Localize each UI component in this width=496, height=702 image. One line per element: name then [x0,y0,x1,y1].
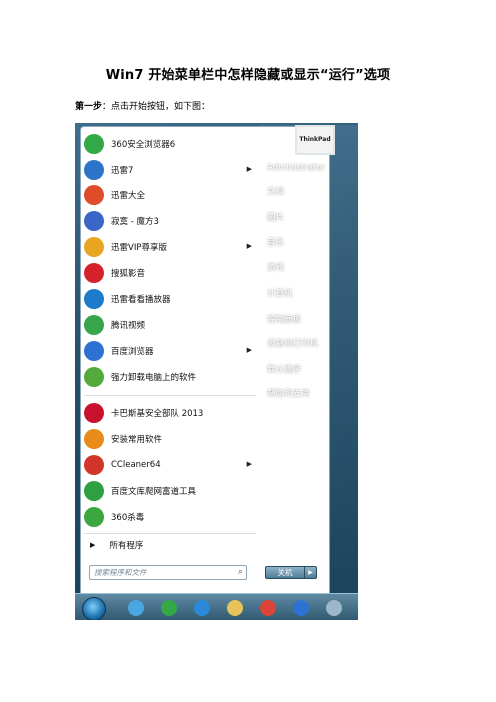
program-label: CCleaner64 [111,460,161,470]
program-label: 迅雷7 [111,166,134,176]
internet-explorer-icon [194,599,210,616]
kaspersky-icon [84,403,104,423]
all-programs-label: 所有程序 [109,541,144,551]
right-pane-item[interactable]: 帮助和支持 [267,387,355,401]
windows-start-orb-icon[interactable] [82,597,106,620]
baidu-browser-icon [84,341,104,361]
chrome-icon [260,599,276,616]
uninstall-icon [84,367,104,387]
program-item[interactable]: 腾讯视频 [84,312,254,338]
program-label: 安装常用软件 [111,435,163,445]
taskbar-button[interactable] [255,596,281,619]
program-label: 卡巴斯基安全部队 2013 [111,409,204,419]
user-picture[interactable]: ThinkPad [295,125,335,155]
right-pane-item[interactable]: Administrator [267,163,355,177]
program-label: 百度浏览器 [111,347,154,357]
separator-divider [84,395,256,396]
submenu-arrow-icon[interactable]: ▶ [247,460,252,468]
windows-flag-icon [84,429,104,449]
program-item[interactable]: 迅雷7 ▶ [84,157,254,183]
start-menu-screenshot: 360安全浏览器6 迅雷7 ▶ 迅雷大全 寂寞 - 魔方3 迅雷VIP尊享版 ▶ 搜狐影音 迅雷… [75,123,358,620]
program-label: 百度文库爬网富道工具 [111,487,197,497]
xunlei-vip-icon [84,237,104,257]
taskbar-button[interactable] [189,596,215,619]
submenu-arrow-icon[interactable]: ▶ [247,346,252,354]
step-text: ：点击开始按钮，如下图： [102,102,211,112]
right-pane-item[interactable]: 图片 [267,211,355,225]
program-label: 迅雷大全 [111,191,146,201]
xunlei-kankan-icon [84,289,104,309]
taskbar-button[interactable] [288,596,314,619]
mofang-icon [84,211,104,231]
right-pane-item[interactable]: 计算机 [267,287,355,301]
baidu-wenku-icon [84,481,104,501]
right-pane-item[interactable]: 默认程序 [267,363,355,377]
separator-divider [84,533,256,534]
taskbar-button[interactable] [156,596,182,619]
right-pane-item[interactable]: 游戏 [267,261,355,275]
sohu-video-icon [84,263,104,283]
program-item[interactable]: 百度文库爬网富道工具 [84,478,254,504]
right-pane-item[interactable]: 控制面板 [267,313,355,327]
right-pane-item[interactable]: 文档 [267,185,355,199]
shutdown-button[interactable]: 关机 [265,566,305,579]
program-label: 迅雷VIP尊享版 [111,243,167,253]
program-label: 寂寞 - 魔方3 [111,217,159,227]
search-placeholder: 搜索程序和文件 [94,568,147,577]
submenu-arrow-icon[interactable]: ▶ [247,165,252,173]
step-label: 第一步 [75,102,103,112]
browser-360-icon [161,599,177,616]
program-label: 搜狐影音 [111,269,146,279]
program-item[interactable]: 360安全浏览器6 [84,131,254,157]
program-item[interactable]: 卡巴斯基安全部队 2013 [84,400,254,426]
snail-app-icon [128,599,144,616]
program-item[interactable]: 360杀毒 [84,504,254,530]
taskbar [75,593,358,620]
triangle-right-icon: ▶ [90,541,96,549]
program-label: 360安全浏览器6 [111,140,176,150]
folder-icon [227,599,243,616]
program-item[interactable]: 搜狐影音 [84,260,254,286]
app-icon [326,599,342,616]
document-title: Win7 开始菜单栏中怎样隐藏或显示“运行”选项 [105,68,391,83]
program-item[interactable]: 迅雷大全 [84,182,254,208]
program-item[interactable]: 强力卸载电脑上的软件 [84,364,254,390]
taskbar-button[interactable] [222,596,248,619]
antivirus-360-icon [84,507,104,527]
step-instruction: 第一步：点击开始按钮，如下图： [75,99,210,112]
taskbar-button[interactable] [123,596,149,619]
search-input[interactable]: 搜索程序和文件 ⌕ [89,565,247,580]
right-pane-item[interactable]: 设备和打印机 [267,337,355,351]
all-programs-item[interactable]: ▶ 所有程序 [84,537,254,553]
xunlei-bird-icon [84,160,104,180]
tencent-video-icon [84,315,104,335]
taskbar-button[interactable] [321,596,347,619]
program-item[interactable]: 迅雷看看播放器 [84,286,254,312]
user-picture-text: ThinkPad [299,136,331,143]
program-label: 腾讯视频 [111,321,146,331]
program-label: 360杀毒 [111,513,145,523]
xunlei-all-icon [84,185,104,205]
program-label: 强力卸载电脑上的软件 [111,373,197,383]
program-item[interactable]: 百度浏览器 ▶ [84,338,254,364]
shutdown-options-arrow-icon[interactable]: ▶ [305,566,317,579]
ccleaner-icon [84,455,104,475]
program-label: 迅雷看看播放器 [111,295,171,305]
right-pane-item[interactable]: 音乐 [267,236,355,250]
program-item[interactable]: 迅雷VIP尊享版 ▶ [84,234,254,260]
program-item[interactable]: 安装常用软件 [84,426,254,452]
browser-360-icon [84,134,104,154]
baidu-browser-icon [293,599,309,616]
program-item[interactable]: CCleaner64 ▶ [84,452,254,478]
submenu-arrow-icon[interactable]: ▶ [247,242,252,250]
search-icon[interactable]: ⌕ [238,567,243,577]
program-item[interactable]: 寂寞 - 魔方3 [84,208,254,234]
